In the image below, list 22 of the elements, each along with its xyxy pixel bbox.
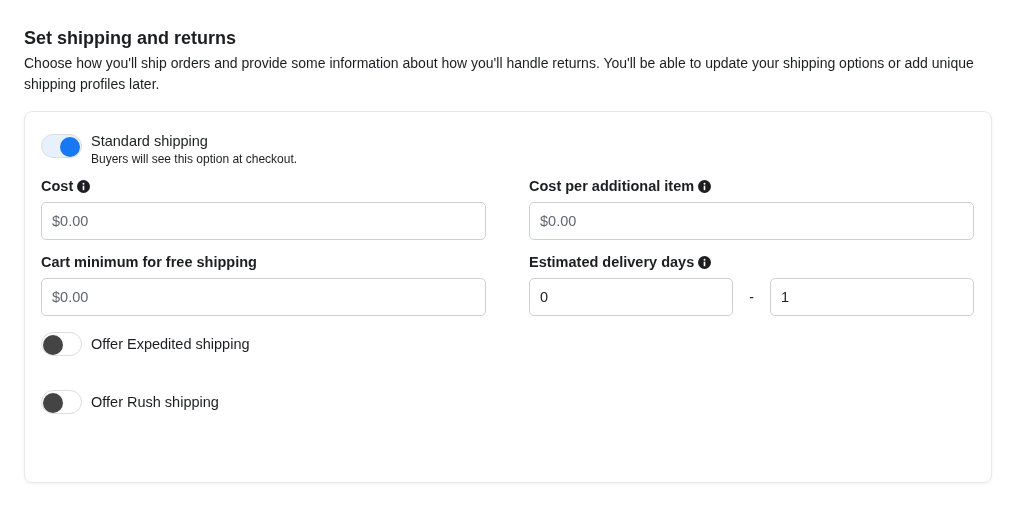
toggle-switch[interactable] (41, 390, 82, 414)
field-label: Cost (41, 178, 74, 194)
toggle-label: Offer Expedited shipping (91, 335, 250, 353)
info-icon[interactable] (77, 179, 91, 193)
section-title: Set shipping and returns (24, 28, 238, 49)
toggle-label: Offer Rush shipping (91, 393, 219, 411)
input-field[interactable]: 0 (529, 278, 733, 316)
toggle-switch[interactable] (41, 332, 82, 356)
input-field[interactable]: 1 (770, 278, 974, 316)
input-field[interactable]: $0.00 (41, 278, 486, 316)
input-field[interactable]: $0.00 (41, 202, 486, 240)
toggle-label: Standard shipping (91, 132, 209, 150)
field-label: Estimated delivery days (529, 254, 695, 270)
field-label: Cart minimum for free shipping (41, 254, 257, 270)
toggle-switch[interactable] (41, 134, 82, 158)
toggle-hint: Buyers will see this option at checkout. (91, 152, 298, 166)
field-label: Cost per additional item (529, 178, 695, 194)
input-field[interactable]: $0.00 (529, 202, 974, 240)
info-icon[interactable] (698, 179, 712, 193)
info-icon[interactable] (698, 255, 712, 269)
range-separator: - (748, 289, 755, 305)
section-description: Choose how you'll ship orders and provide some information about how you'll handle returns. You'll be able to update your shipping options or add unique shipping profiles later. (24, 54, 974, 94)
